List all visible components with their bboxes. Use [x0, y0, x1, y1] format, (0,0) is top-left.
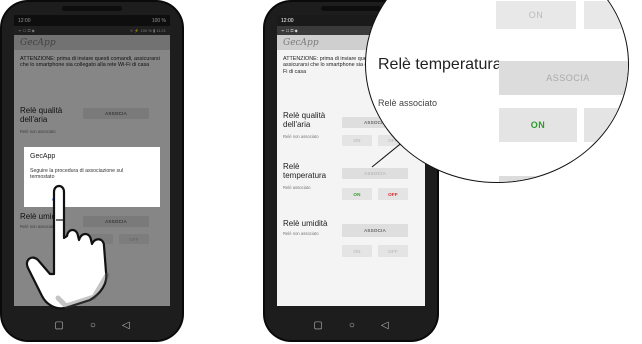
navigation-bar: ▢ ○ ◁ — [265, 310, 437, 340]
relay-status: Relè associato — [283, 185, 311, 190]
zoom-associate-button[interactable]: ASSOCIA — [499, 61, 628, 95]
off-button[interactable]: OFF — [378, 188, 408, 200]
dialog-title: GecApp — [30, 153, 56, 160]
triangle-back-icon[interactable]: ◁ — [122, 320, 130, 331]
zoom-top-right-button[interactable] — [584, 1, 628, 29]
triangle-back-icon[interactable]: ◁ — [381, 320, 389, 331]
relay-name: Relè qualità dell'aria — [283, 111, 326, 129]
on-button[interactable]: ON — [342, 245, 372, 257]
zoom-relay-name: Relè temperatura — [378, 56, 502, 73]
relay-temperature: Relè temperatura Relè associato ASSOCIA … — [283, 162, 419, 207]
hand-pointer-icon — [25, 184, 110, 310]
relay-status: Relè non associato — [283, 231, 319, 236]
relay-name: Relè temperatura — [283, 162, 327, 180]
square-icon[interactable]: ▢ — [313, 320, 322, 331]
zoom-top-on-button[interactable]: ON — [496, 1, 576, 29]
circle-icon[interactable]: ○ — [90, 320, 96, 331]
relay-name: Relè umidità — [283, 219, 328, 228]
zoom-on-button[interactable]: ON — [499, 108, 577, 142]
square-icon[interactable]: ▢ — [54, 320, 63, 331]
relay-status: Relè non associato — [283, 134, 319, 139]
status-time: 12:00 — [281, 17, 294, 24]
relay-humidity: Relè umidità Relè non associato ASSOCIA … — [283, 219, 419, 264]
zoom-next-button[interactable] — [499, 176, 628, 182]
on-button[interactable]: ON — [342, 188, 372, 200]
speaker-notch — [321, 6, 381, 11]
speaker-notch — [62, 6, 122, 11]
associate-button[interactable]: ASSOCIA — [342, 168, 408, 179]
system-icons-left: ᯤ ☐ ⚿ ◆ — [281, 27, 298, 33]
navigation-bar: ▢ ○ ◁ — [2, 310, 182, 340]
associate-button[interactable]: ASSOCIA — [342, 224, 408, 237]
off-button[interactable]: OFF — [378, 245, 408, 257]
zoom-off-button[interactable]: OFF — [584, 108, 628, 142]
circle-icon[interactable]: ○ — [349, 320, 355, 331]
dialog-message: Seguire la procedura di associazione sul… — [30, 168, 124, 181]
on-button[interactable]: ON — [342, 135, 372, 146]
zoom-relay-status: Relè associato — [378, 98, 438, 108]
